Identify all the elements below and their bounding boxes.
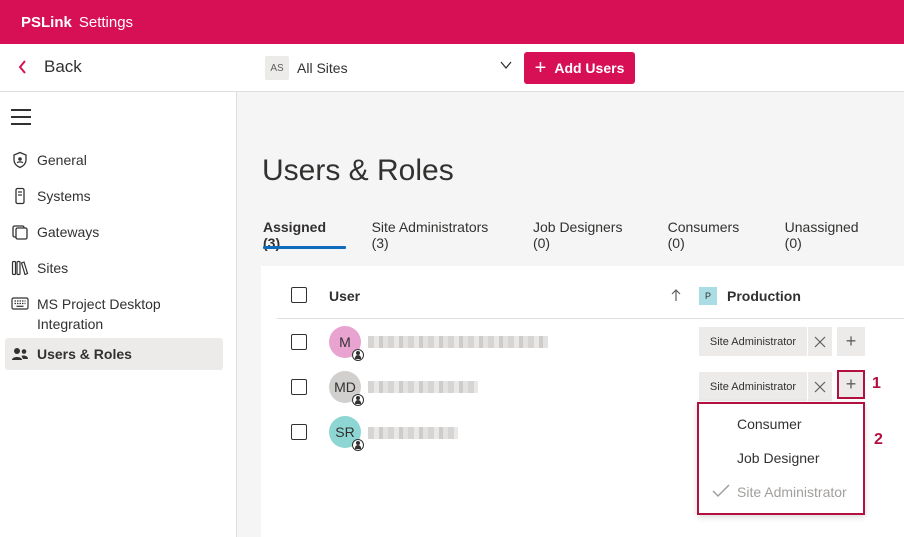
hamburger-menu-icon[interactable] <box>11 109 31 125</box>
tab-site-administrators[interactable]: Site Administrators (3) <box>372 219 507 251</box>
avatar: SR <box>329 416 364 451</box>
sidebar-item-ms-project-desktop-integration[interactable]: MS Project Desktop Integration <box>5 288 223 340</box>
page-title: Users & Roles <box>262 154 454 187</box>
plus-icon: + <box>845 374 857 394</box>
role-chip: Site Administrator <box>699 327 807 356</box>
user-role-icon <box>352 349 364 361</box>
column-header-user[interactable]: User <box>329 288 360 304</box>
shield-icon <box>13 151 27 169</box>
avatar-initials: M <box>339 334 351 350</box>
sidebar-item-label: General <box>37 152 87 168</box>
library-icon <box>11 260 29 276</box>
tab-consumers[interactable]: Consumers (0) <box>668 219 759 251</box>
menu-item-site-administrator: Site Administrator <box>737 484 847 500</box>
remove-role-button[interactable] <box>808 372 832 401</box>
chevron-down-icon <box>500 61 512 70</box>
keyboard-icon <box>11 297 29 310</box>
people-icon <box>12 348 28 360</box>
site-dropdown[interactable]: AS All Sites <box>265 55 515 81</box>
checkmark-icon <box>712 484 730 498</box>
tab-bar: Assigned (3) Site Administrators (3) Job… <box>263 219 904 251</box>
close-icon <box>814 336 826 347</box>
role-menu: Consumer Job Designer Site Administrator <box>697 402 865 515</box>
gateway-icon <box>12 225 28 240</box>
sort-ascending-icon[interactable] <box>670 288 682 302</box>
avatar: MD <box>329 371 364 406</box>
menu-item-job-designer[interactable]: Job Designer <box>737 450 820 466</box>
site-dropdown-value: All Sites <box>297 60 348 76</box>
user-role-icon <box>352 439 364 451</box>
add-role-button[interactable]: + <box>837 370 865 399</box>
tab-assigned[interactable]: Assigned (3) <box>263 219 346 251</box>
tab-job-designers[interactable]: Job Designers (0) <box>533 219 642 251</box>
sidebar-item-gateways[interactable]: Gateways <box>5 216 223 248</box>
site-badge: P <box>699 287 717 305</box>
sidebar-item-label: Systems <box>37 188 91 204</box>
close-icon <box>814 381 826 392</box>
callout-2: 2 <box>874 431 883 448</box>
header-divider <box>277 318 904 319</box>
back-button[interactable]: Back <box>18 57 82 77</box>
redacted-user-name <box>368 381 478 393</box>
sidebar-item-general[interactable]: General <box>5 144 223 176</box>
plus-icon: + <box>534 57 547 79</box>
redacted-user-name <box>368 336 548 348</box>
add-users-button[interactable]: + Add Users <box>524 52 635 84</box>
row-checkbox[interactable] <box>291 334 307 350</box>
sidebar-item-label: MS Project Desktop Integration <box>37 296 161 332</box>
brand-logo: PSLink <box>21 13 72 31</box>
device-icon <box>15 187 25 205</box>
column-header-production: Production <box>727 288 801 304</box>
avatar-initials: SR <box>335 424 355 440</box>
tab-unassigned[interactable]: Unassigned (0) <box>785 219 878 251</box>
add-role-button[interactable]: + <box>837 327 865 356</box>
avatar: M <box>329 326 364 361</box>
sidebar-item-label: Sites <box>37 260 69 276</box>
menu-item-consumer[interactable]: Consumer <box>737 416 802 432</box>
chevron-left-icon <box>18 60 26 74</box>
sidebar-item-sites[interactable]: Sites <box>5 252 223 284</box>
callout-1: 1 <box>872 375 881 392</box>
plus-icon: + <box>845 331 857 351</box>
add-users-label: Add Users <box>554 60 625 76</box>
back-label: Back <box>44 57 82 76</box>
avatar-initials: MD <box>334 379 356 395</box>
toolbar: Back AS All Sites + Add Users <box>0 44 904 92</box>
user-role-icon <box>352 394 364 406</box>
sidebar-item-systems[interactable]: Systems <box>5 180 223 212</box>
row-checkbox[interactable] <box>291 424 307 440</box>
remove-role-button[interactable] <box>808 327 832 356</box>
redacted-user-name <box>368 427 458 439</box>
site-avatar: AS <box>265 56 289 80</box>
select-all-checkbox[interactable] <box>291 287 307 303</box>
sidebar: General Systems Gateways Sites MS Projec… <box>0 92 237 537</box>
app-header: PSLink Settings <box>0 0 904 44</box>
sidebar-item-label: Gateways <box>37 224 100 240</box>
role-chip: Site Administrator <box>699 372 807 401</box>
sidebar-item-users-roles[interactable]: Users & Roles <box>5 338 223 370</box>
row-checkbox[interactable] <box>291 379 307 395</box>
sidebar-item-label: Users & Roles <box>37 346 132 362</box>
app-title: Settings <box>78 13 134 31</box>
